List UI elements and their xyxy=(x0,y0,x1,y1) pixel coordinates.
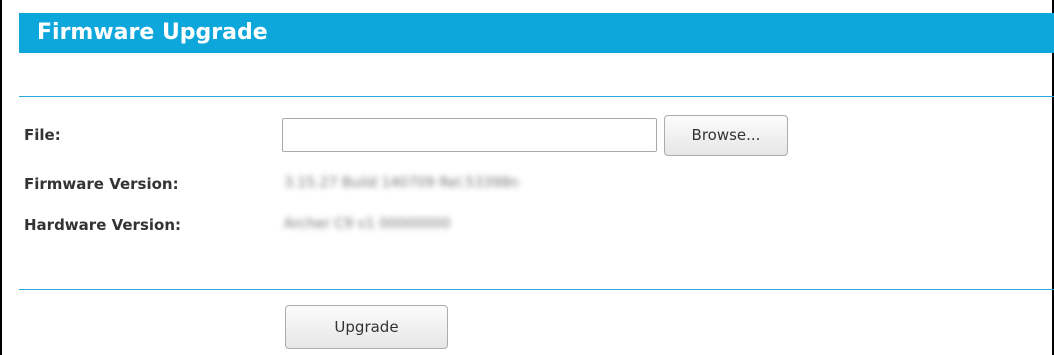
file-label: File: xyxy=(24,126,61,144)
hardware-version-label: Hardware Version: xyxy=(24,216,181,234)
bottom-divider xyxy=(19,289,1054,290)
window-frame: Firmware Upgrade File: Browse... Firmwar… xyxy=(0,0,1054,355)
firmware-version-value: 3.15.27 Build 140709 Rel.53398n xyxy=(284,175,519,191)
top-divider xyxy=(19,96,1054,97)
firmware-version-label: Firmware Version: xyxy=(24,175,179,193)
page-title: Firmware Upgrade xyxy=(19,13,1054,53)
browse-button[interactable]: Browse... xyxy=(664,115,788,156)
upgrade-button[interactable]: Upgrade xyxy=(285,305,448,349)
file-path-input[interactable] xyxy=(282,118,657,152)
hardware-version-value: Archer C9 v1 00000000 xyxy=(284,216,451,232)
